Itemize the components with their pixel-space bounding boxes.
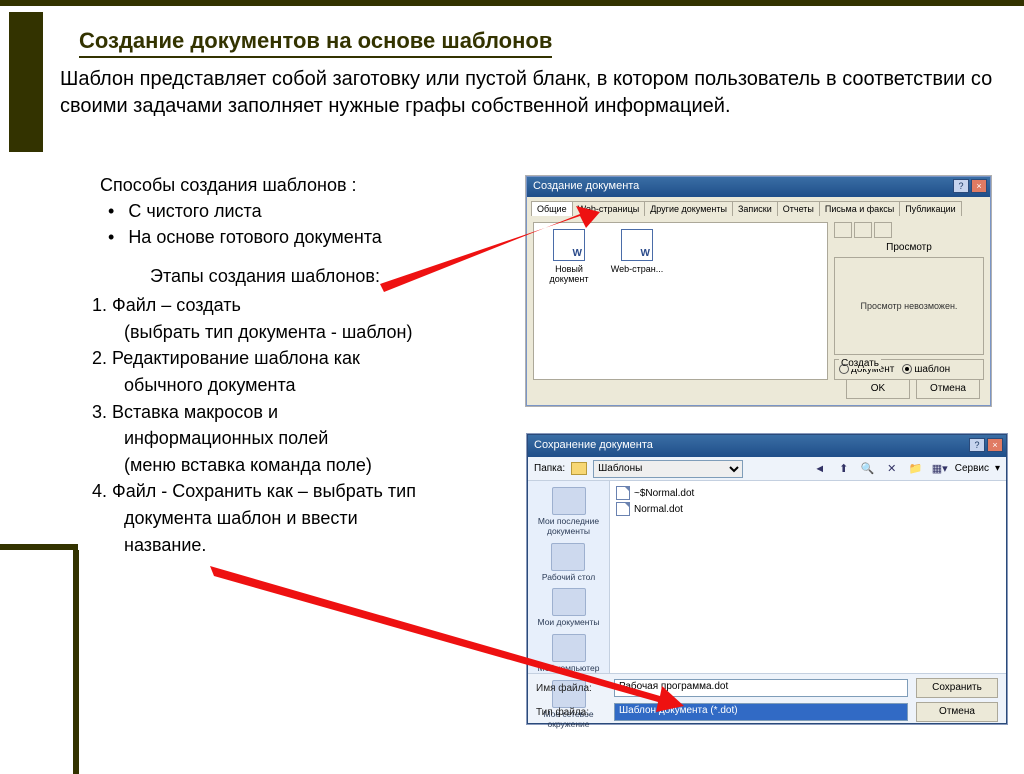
word-doc-icon	[621, 229, 653, 261]
dialog2-titlebar[interactable]: Сохранение документа ? ×	[528, 435, 1006, 457]
create-group: Создать документ шаблон	[834, 359, 984, 380]
ways-item: С чистого листа	[104, 198, 382, 224]
dialog2-toolbar: Папка: Шаблоны ◄ ⬆ 🔍 ✕ 📁 ▦▾ Сервис▾	[528, 457, 1006, 481]
icon-label: Web-стран...	[608, 264, 666, 274]
close-icon[interactable]: ×	[987, 438, 1003, 452]
place-recent[interactable]: Мои последние документы	[530, 487, 607, 537]
radio-template[interactable]: шаблон	[902, 364, 950, 375]
ok-button[interactable]: OK	[846, 379, 910, 399]
view-large-icons-icon[interactable]	[834, 222, 852, 238]
tab-letters[interactable]: Письма и факсы	[819, 201, 900, 216]
stage-line: название.	[92, 532, 416, 559]
search-web-icon[interactable]: 🔍	[859, 460, 877, 478]
decor-left-rail	[0, 12, 52, 197]
intro-text: Шаблон представляет собой заготовку или …	[60, 66, 994, 120]
ways-title: Способы создания шаблонов :	[100, 172, 382, 198]
tab-reports[interactable]: Отчеты	[777, 201, 820, 216]
stage-line: информационных полей	[92, 425, 416, 452]
stage-line: (меню вставка команда поле)	[92, 452, 416, 479]
decor-corner-bar	[0, 544, 78, 550]
tab-general[interactable]: Общие	[531, 201, 573, 216]
stage-line: 3. Вставка макросов и	[92, 399, 416, 426]
views-icon[interactable]: ▦▾	[931, 460, 949, 478]
folder-label: Папка:	[534, 463, 565, 474]
tab-webpages[interactable]: Web-страницы	[572, 201, 646, 216]
dialog1-title: Создание документа	[533, 180, 639, 192]
preview-panel: Просмотр Просмотр невозможен. Создать до…	[834, 222, 984, 380]
new-folder-icon[interactable]: 📁	[907, 460, 925, 478]
preview-label: Просмотр	[834, 242, 984, 253]
view-list-icon[interactable]	[854, 222, 872, 238]
place-my-documents[interactable]: Мои документы	[538, 588, 600, 628]
template-web-page[interactable]: Web-стран...	[608, 229, 666, 274]
tab-other-docs[interactable]: Другие документы	[644, 201, 733, 216]
folder-dropdown[interactable]: Шаблоны	[593, 460, 743, 478]
help-icon[interactable]: ?	[953, 179, 969, 193]
filename-label: Имя файла:	[536, 683, 606, 694]
folder-icon	[571, 462, 587, 475]
stage-line: обычного документа	[92, 372, 416, 399]
delete-icon[interactable]: ✕	[883, 460, 901, 478]
stage-line: 1. Файл – создать	[92, 292, 416, 319]
filename-input[interactable]: Рабочая программа.dot	[614, 679, 908, 697]
up-one-level-icon[interactable]: ⬆	[835, 460, 853, 478]
stage-line: документа шаблон и ввести	[92, 505, 416, 532]
dialog1-tabs: Общие Web-страницы Другие документы Запи…	[527, 197, 990, 216]
save-button[interactable]: Сохранить	[916, 678, 998, 698]
places-bar: Мои последние документы Рабочий стол Мои…	[528, 481, 610, 673]
stages-title: Этапы создания шаблонов:	[150, 266, 380, 287]
word-doc-icon	[553, 229, 585, 261]
cancel-button[interactable]: Отмена	[916, 379, 980, 399]
save-as-dialog: Сохранение документа ? × Папка: Шаблоны …	[527, 434, 1007, 724]
close-icon[interactable]: ×	[971, 179, 987, 193]
template-new-document[interactable]: Новый документ	[540, 229, 598, 284]
ways-item: На основе готового документа	[104, 224, 382, 250]
file-list[interactable]: ~$Normal.dot Normal.dot	[610, 481, 1006, 673]
stage-line: (выбрать тип документа - шаблон)	[92, 319, 416, 346]
file-item[interactable]: Normal.dot	[616, 501, 1000, 517]
page-title: Создание документов на основе шаблонов	[79, 28, 552, 58]
tab-memos[interactable]: Записки	[732, 201, 778, 216]
file-item[interactable]: ~$Normal.dot	[616, 485, 1000, 501]
view-details-icon[interactable]	[874, 222, 892, 238]
stage-line: 2. Редактирование шаблона как	[92, 345, 416, 372]
template-icon-pane[interactable]: Новый документ Web-стран...	[533, 222, 828, 380]
preview-box: Просмотр невозможен.	[834, 257, 984, 355]
back-icon[interactable]: ◄	[811, 460, 829, 478]
icon-label: Новый документ	[540, 264, 598, 284]
dot-file-icon	[616, 486, 630, 500]
tools-menu[interactable]: Сервис	[955, 463, 989, 474]
cancel-button[interactable]: Отмена	[916, 702, 998, 722]
dialog1-titlebar[interactable]: Создание документа ? ×	[527, 177, 990, 197]
place-desktop[interactable]: Рабочий стол	[542, 543, 595, 583]
dot-file-icon	[616, 502, 630, 516]
ways-block: Способы создания шаблонов : С чистого ли…	[100, 172, 382, 250]
stage-line: 4. Файл - Сохранить как – выбрать тип	[92, 478, 416, 505]
decor-corner-vert	[73, 550, 79, 774]
dialog2-title: Сохранение документа	[534, 439, 653, 451]
help-icon[interactable]: ?	[969, 438, 985, 452]
place-my-computer[interactable]: Мой компьютер	[538, 634, 600, 674]
filetype-label: Тип файла:	[536, 707, 606, 718]
filetype-dropdown[interactable]: Шаблон документа (*.dot)	[614, 703, 908, 721]
tab-publications[interactable]: Публикации	[899, 201, 961, 216]
stages-list: 1. Файл – создать (выбрать тип документа…	[92, 292, 416, 558]
new-document-dialog: Создание документа ? × Общие Web-страниц…	[526, 176, 991, 406]
